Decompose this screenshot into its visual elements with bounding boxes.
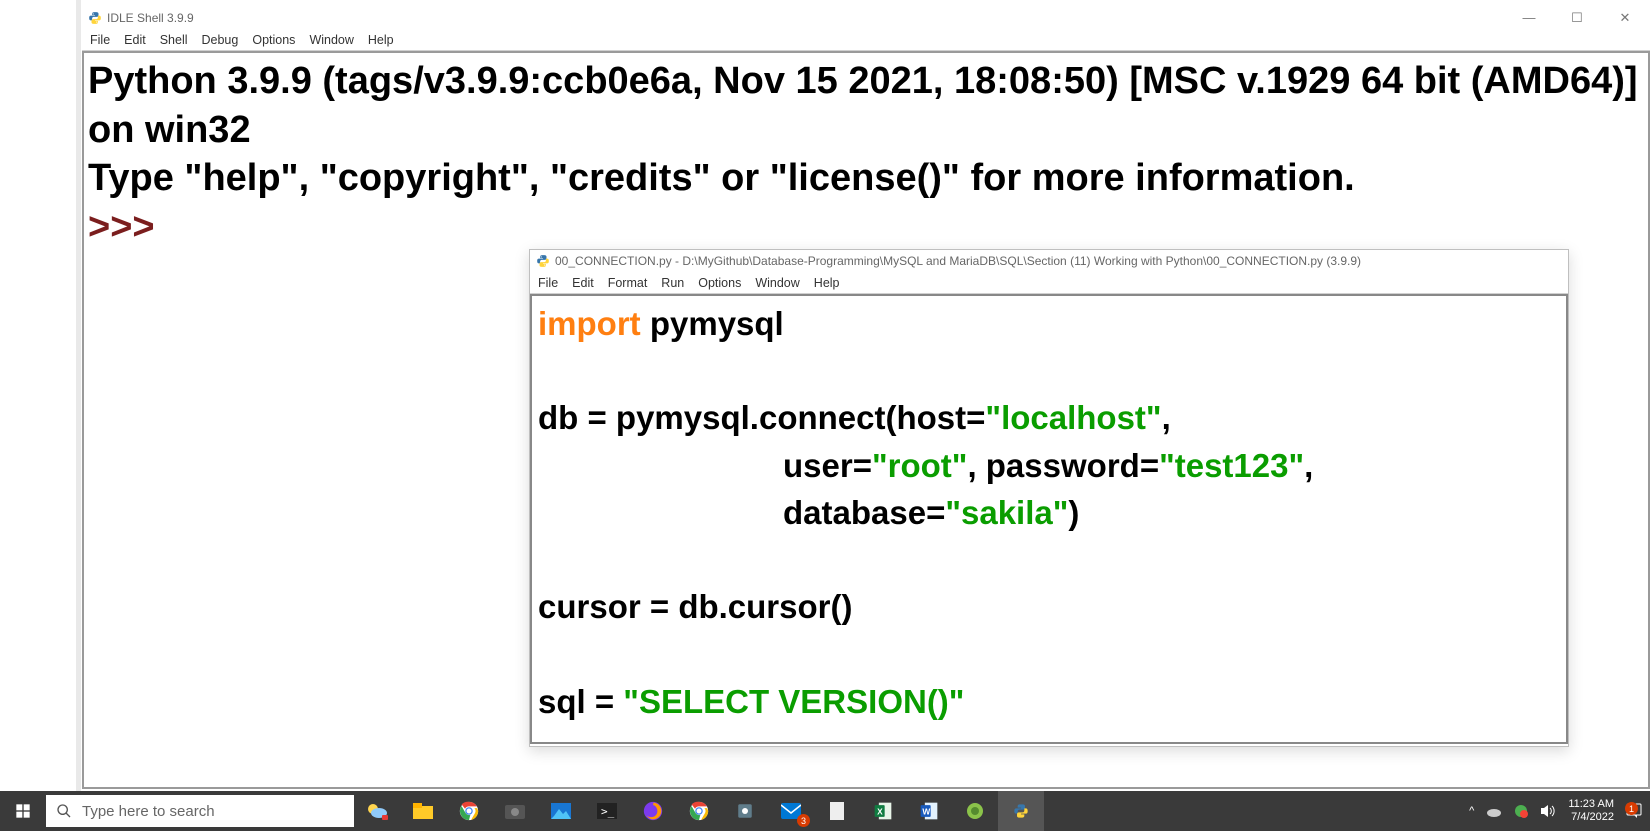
code-blank (538, 347, 1560, 394)
taskbar-pinned-apps: >_ X W (354, 791, 1044, 831)
menu-file[interactable]: File (90, 33, 110, 47)
code-line: user="root", password="test123", (538, 442, 1560, 489)
code-line: database="sakila") (538, 489, 1560, 536)
editor-text-area[interactable]: import pymysql db = pymysql.connect(host… (530, 294, 1568, 744)
code-token: , (1304, 447, 1313, 484)
clock[interactable]: 11:23 AM 7/4/2022 (1568, 798, 1614, 823)
clock-date: 7/4/2022 (1568, 811, 1614, 824)
string-literal: "SELECT VERSION()" (623, 683, 964, 720)
photos-icon[interactable] (538, 791, 584, 831)
camera-icon[interactable] (492, 791, 538, 831)
shell-prompt: >>> (88, 203, 1644, 252)
shell-banner-2: Type "help", "copyright", "credits" or "… (88, 154, 1644, 203)
code-blank (538, 536, 1560, 583)
menu-edit[interactable]: Edit (572, 276, 594, 290)
code-token: , (1162, 399, 1171, 436)
menu-options[interactable]: Options (252, 33, 295, 47)
document-icon[interactable] (814, 791, 860, 831)
menu-window[interactable]: Window (309, 33, 353, 47)
maximize-button[interactable]: ☐ (1562, 10, 1592, 26)
code-token: database= (783, 494, 945, 531)
volume-icon[interactable] (1540, 804, 1556, 818)
menu-window[interactable]: Window (755, 276, 799, 290)
minimize-button[interactable]: — (1514, 10, 1544, 26)
taskbar-search[interactable]: Type here to search (46, 795, 354, 827)
file-explorer-icon[interactable] (400, 791, 446, 831)
menu-options[interactable]: Options (698, 276, 741, 290)
code-token: sql = (538, 683, 623, 720)
code-token: user= (783, 447, 872, 484)
editor-titlebar[interactable]: 00_CONNECTION.py - D:\MyGithub\Database-… (530, 250, 1568, 272)
clock-time: 11:23 AM (1568, 798, 1614, 811)
code-line: import pymysql (538, 300, 1560, 347)
notification-center-icon[interactable] (1626, 803, 1642, 819)
windows-taskbar: Type here to search >_ (0, 791, 1650, 831)
code-token: ) (1068, 494, 1079, 531)
code-line: sql = "SELECT VERSION()" (538, 678, 1560, 725)
shell-banner-1: Python 3.9.9 (tags/v3.9.9:ccb0e6a, Nov 1… (88, 57, 1644, 154)
editor-menubar: File Edit Format Run Options Window Help (530, 272, 1568, 294)
terminal-icon[interactable]: >_ (584, 791, 630, 831)
onedrive-icon[interactable] (1486, 805, 1502, 817)
python-icon (88, 11, 102, 25)
start-button[interactable] (0, 791, 46, 831)
string-literal: "test123" (1159, 447, 1304, 484)
shell-title: IDLE Shell 3.9.9 (107, 11, 194, 25)
menu-file[interactable]: File (538, 276, 558, 290)
word-icon[interactable]: W (906, 791, 952, 831)
idle-editor-window: 00_CONNECTION.py - D:\MyGithub\Database-… (529, 249, 1569, 747)
mail-icon[interactable] (768, 791, 814, 831)
security-icon[interactable] (1514, 804, 1528, 818)
shell-menubar: File Edit Shell Debug Options Window Hel… (82, 29, 1650, 51)
app-icon[interactable] (952, 791, 998, 831)
system-tray: ^ 11:23 AM 7/4/2022 (1469, 791, 1650, 831)
menu-edit[interactable]: Edit (124, 33, 146, 47)
menu-debug[interactable]: Debug (202, 33, 239, 47)
firefox-icon[interactable] (630, 791, 676, 831)
menu-format[interactable]: Format (608, 276, 648, 290)
chrome-icon-2[interactable] (676, 791, 722, 831)
python-icon (536, 254, 550, 268)
code-line: cursor = db.cursor() (538, 583, 1560, 630)
close-button[interactable]: ✕ (1610, 10, 1640, 26)
code-token: pymysql (641, 305, 784, 342)
idle-icon[interactable] (998, 791, 1044, 831)
search-icon (56, 803, 72, 819)
code-token: , password= (967, 447, 1159, 484)
code-blank (538, 630, 1560, 677)
settings-app-icon[interactable] (722, 791, 768, 831)
string-literal: "sakila" (945, 494, 1068, 531)
shell-titlebar[interactable]: IDLE Shell 3.9.9 — ☐ ✕ (82, 7, 1650, 29)
weather-widget-icon[interactable] (354, 791, 400, 831)
excel-icon[interactable]: X (860, 791, 906, 831)
menu-shell[interactable]: Shell (160, 33, 188, 47)
string-literal: "localhost" (985, 399, 1161, 436)
tray-expand-icon[interactable]: ^ (1469, 805, 1474, 817)
keyword-import: import (538, 305, 641, 342)
search-placeholder: Type here to search (82, 803, 215, 820)
window-left-edge (76, 0, 81, 791)
editor-title: 00_CONNECTION.py - D:\MyGithub\Database-… (555, 254, 1361, 268)
chrome-icon[interactable] (446, 791, 492, 831)
svg-text:>_: >_ (601, 805, 615, 818)
code-line: db = pymysql.connect(host="localhost", (538, 394, 1560, 441)
svg-text:W: W (922, 806, 930, 816)
menu-help[interactable]: Help (814, 276, 840, 290)
svg-text:X: X (877, 806, 883, 816)
code-token: db = pymysql.connect(host= (538, 399, 985, 436)
menu-help[interactable]: Help (368, 33, 394, 47)
menu-run[interactable]: Run (661, 276, 684, 290)
string-literal: "root" (872, 447, 967, 484)
